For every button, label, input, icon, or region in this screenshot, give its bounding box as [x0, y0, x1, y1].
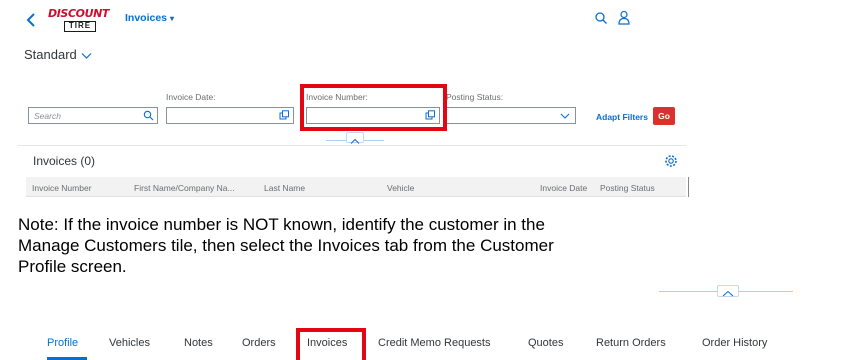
tab-profile[interactable]: Profile [47, 337, 78, 349]
variant-label: Standard [24, 47, 77, 62]
back-icon[interactable] [24, 11, 38, 29]
tab-order-history[interactable]: Order History [702, 337, 767, 349]
search-icon[interactable] [143, 110, 154, 121]
collapse-header-button[interactable] [346, 132, 364, 144]
tab-orders[interactable]: Orders [242, 337, 276, 349]
posting-status-label: Posting Status: [446, 92, 504, 102]
value-help-icon[interactable] [279, 110, 290, 121]
note-line: Note: If the invoice number is NOT known… [18, 215, 545, 234]
header-divider [739, 291, 793, 292]
column-header[interactable]: Invoice Date [540, 183, 587, 193]
app-title-label: Invoices [125, 12, 168, 24]
go-button[interactable]: Go [653, 107, 675, 125]
search-placeholder: Search [34, 111, 61, 121]
chevron-up-icon [722, 290, 734, 297]
column-header[interactable]: Posting Status [600, 183, 655, 193]
invoice-number-callout [300, 84, 447, 131]
shell-bar: DISCOUNT TIRE Invoices ▾ [0, 0, 686, 40]
chevron-down-icon [81, 52, 92, 59]
table-title: Invoices (0) [33, 154, 96, 168]
adapt-filters-button[interactable]: Adapt Filters [596, 112, 648, 122]
column-header[interactable]: Invoice Number [32, 183, 92, 193]
user-icon[interactable] [617, 10, 631, 25]
column-header[interactable]: First Name/Company Na... [134, 183, 235, 193]
header-divider [659, 291, 717, 292]
gear-icon[interactable] [664, 154, 678, 168]
invoice-date-label: Invoice Date: [166, 92, 216, 102]
column-header[interactable]: Vehicle [387, 183, 414, 193]
tab-vehicles[interactable]: Vehicles [109, 337, 150, 349]
invoices-tab-callout [296, 328, 366, 360]
logo-subword: TIRE [64, 21, 96, 32]
search-icon[interactable] [594, 11, 608, 25]
invoices-app-screenshot: DISCOUNT TIRE Invoices ▾ Standard Invoice… [0, 0, 689, 208]
tab-credit-memo-requests[interactable]: Credit Memo Requests [378, 337, 491, 349]
column-header[interactable]: Last Name [264, 183, 305, 193]
invoice-date-field[interactable] [166, 107, 294, 124]
posting-status-select[interactable] [446, 107, 576, 124]
tab-quotes[interactable]: Quotes [528, 337, 563, 349]
customer-profile-tabs: Profile Vehicles Notes Orders Invoices C… [0, 330, 846, 360]
tab-return-orders[interactable]: Return Orders [596, 337, 666, 349]
collapse-header-button[interactable] [717, 285, 739, 297]
column-resizer[interactable] [688, 177, 689, 197]
app-title-menu[interactable]: Invoices ▾ [125, 12, 174, 24]
instruction-note: Note: If the invoice number is NOT known… [18, 214, 846, 277]
section-divider [18, 145, 686, 146]
note-line: Manage Customers tile, then select the I… [18, 236, 554, 255]
note-line: Profile screen. [18, 257, 127, 276]
chevron-down-icon [560, 113, 570, 119]
table-header-row: Invoice Number First Name/Company Na... … [26, 177, 689, 197]
tab-notes[interactable]: Notes [184, 337, 213, 349]
discount-tire-logo[interactable]: DISCOUNT TIRE [48, 8, 112, 34]
variant-selector[interactable]: Standard [24, 47, 92, 62]
search-input[interactable]: Search [28, 107, 158, 124]
chevron-down-icon: ▾ [170, 14, 175, 23]
logo-wordmark: DISCOUNT [48, 7, 110, 20]
